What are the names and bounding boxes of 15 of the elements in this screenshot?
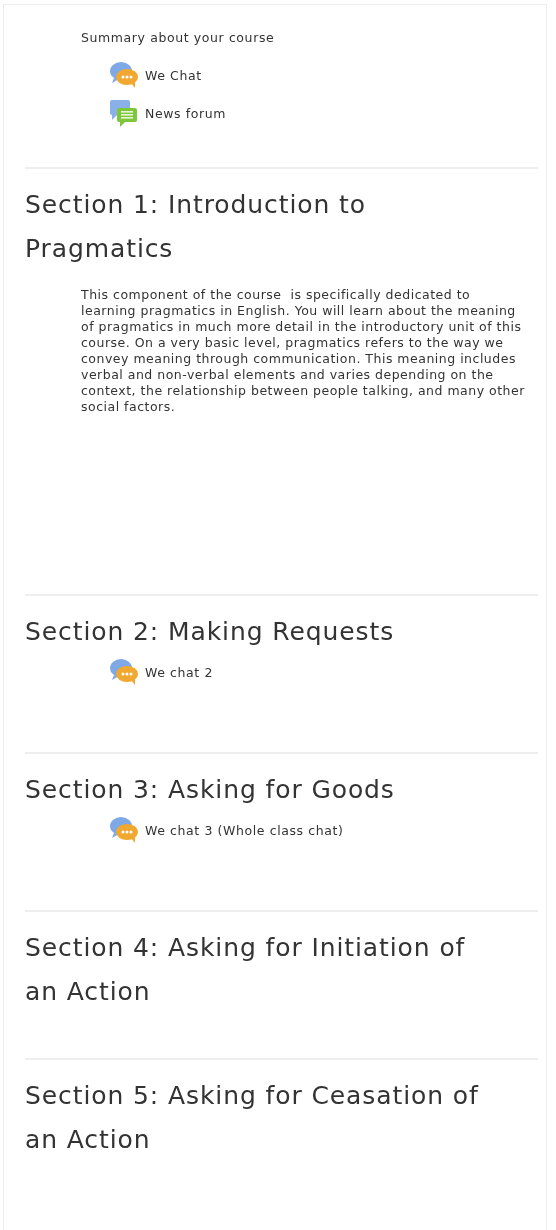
activity-link[interactable]: News forum [145,105,227,121]
section-title: Section 5: Asking for Ceasation of an Action [25,1080,480,1156]
activity-link[interactable]: We Chat [145,67,202,83]
chat-bubbles-icon [109,816,139,844]
section-summary: Summary about your course [81,30,276,45]
section-title: Section 1: Introduction to Pragmatics [25,189,367,265]
forum-icon [109,99,139,127]
chat-bubbles-icon [109,658,139,686]
activity-link[interactable]: We chat 3 (Whole class chat) [145,822,344,838]
section-title: Section 3: Asking for Goods [25,774,396,806]
section-summary: This component of the course is specifically dedicated to learning pragmatics in English. You will learn about the meaning of pragmatics in much more detail in the introductory unit of this course. On a very basic level, pragmatics refers to the way we convey meaning through communication. This meaning includes verbal and non-verbal elements and varies depending on the context, the relationship between people talking, and many other social factors. [81,287,526,415]
chat-bubbles-icon [109,61,139,89]
activity-link[interactable]: We chat 2 [145,664,213,680]
section-title: Section 2: Making Requests [25,616,396,648]
section-title: Section 4: Asking for Initiation of an Action [25,932,467,1008]
